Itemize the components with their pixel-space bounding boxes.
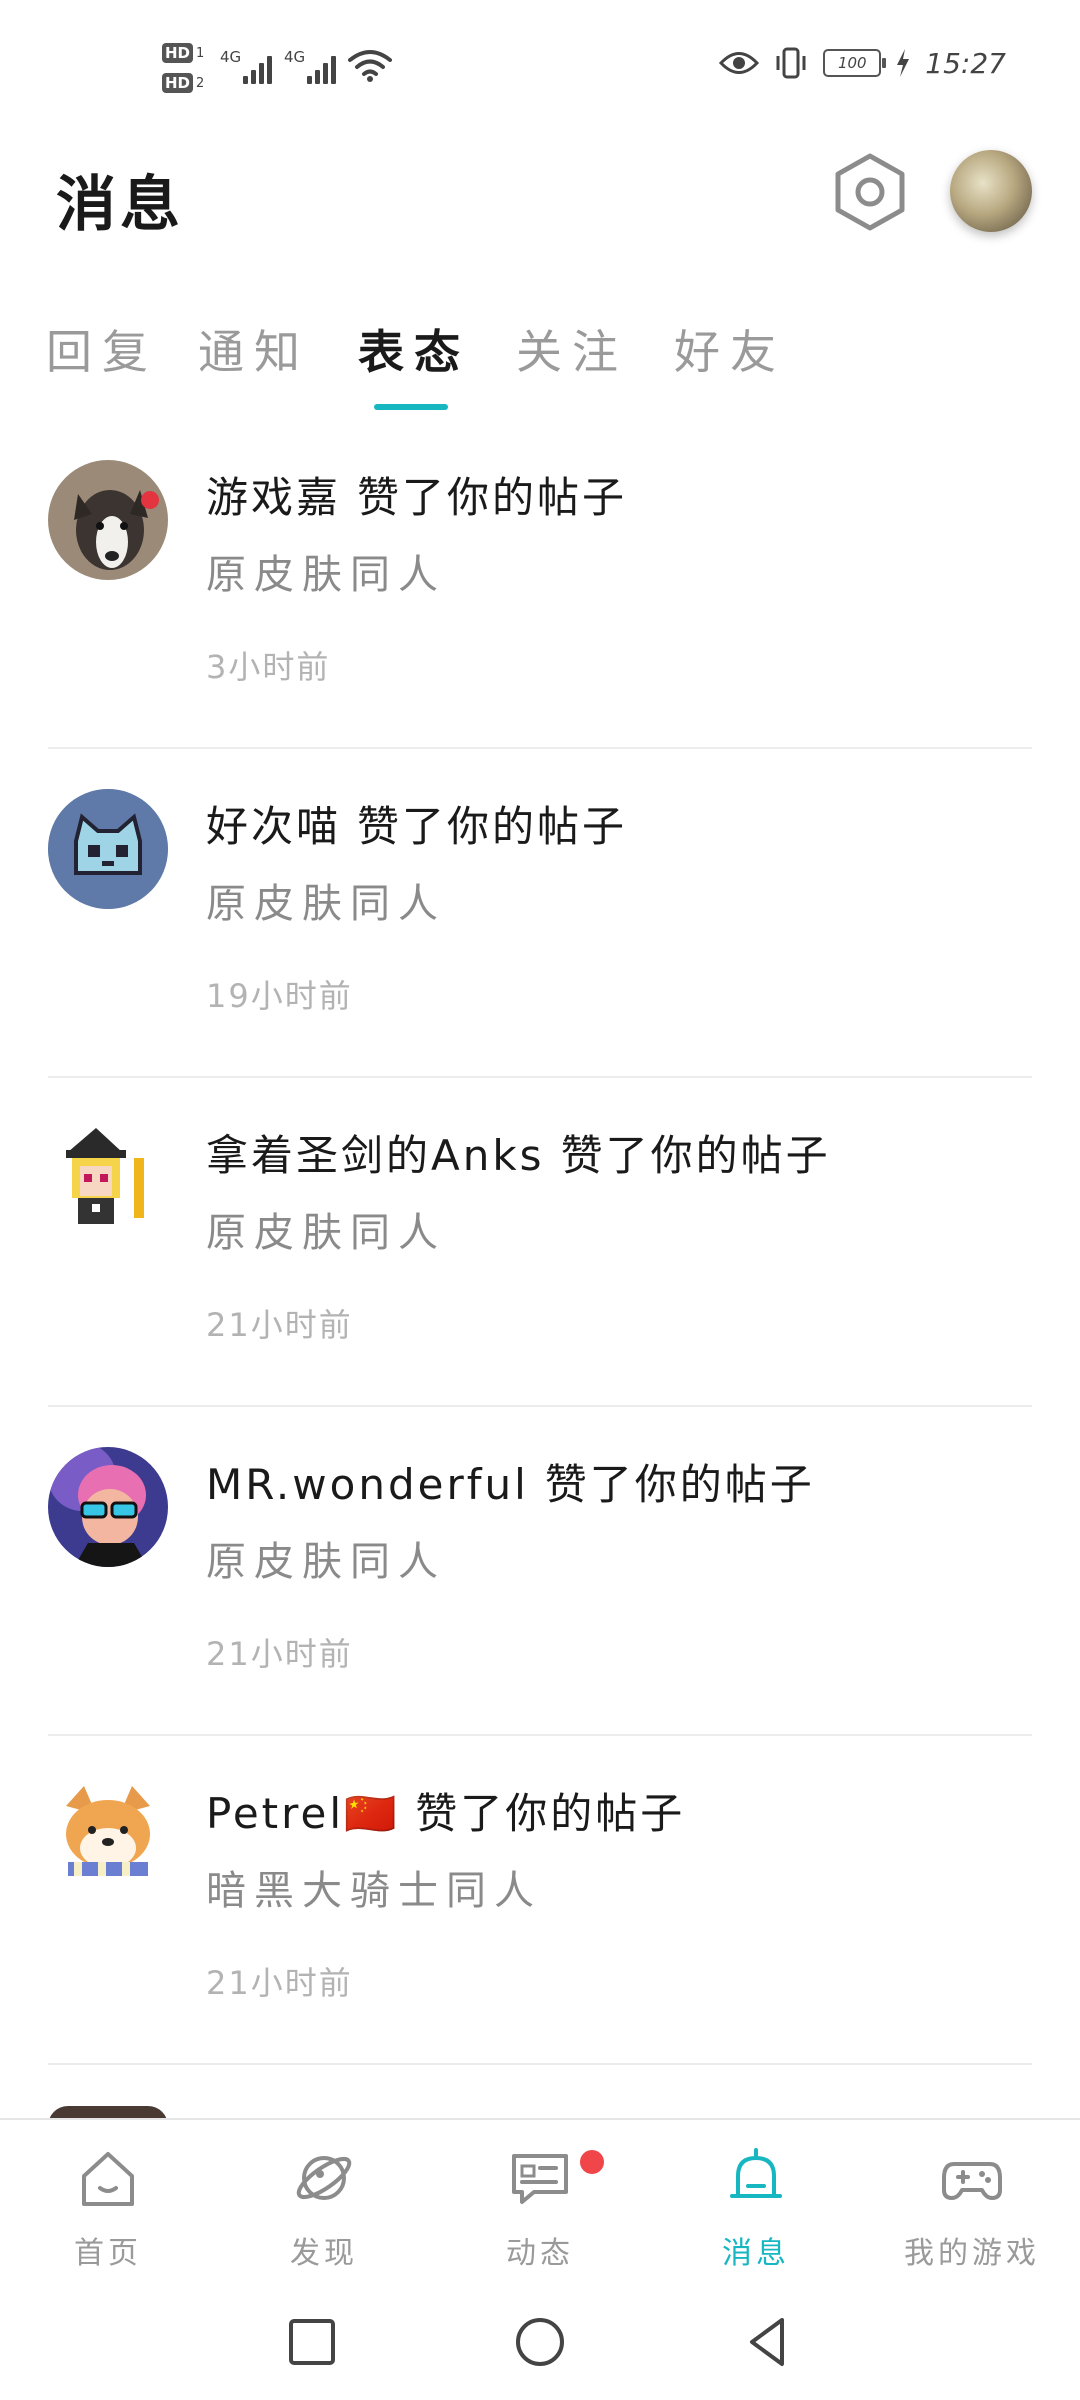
message-text: 游戏嘉 赞了你的帖子: [206, 464, 627, 525]
message-list: 游戏嘉 赞了你的帖子 原皮肤同人 3小时前 好次喵 赞了你的帖子 原皮肤同人 1…: [0, 420, 1080, 2065]
action-text: 赞了你的帖子: [415, 1789, 686, 1838]
header: 消息: [0, 140, 1080, 250]
nav-messages[interactable]: 消息: [648, 2120, 864, 2284]
list-item[interactable]: 游戏嘉 赞了你的帖子 原皮肤同人 3小时前: [0, 420, 1080, 749]
clock: 15:27: [925, 46, 1006, 80]
tab-reactions[interactable]: 表态: [358, 316, 470, 382]
action-text: 赞了你的帖子: [560, 1131, 831, 1180]
post-title[interactable]: 原皮肤同人: [206, 542, 446, 600]
username[interactable]: MR.wonderful: [206, 1460, 529, 1509]
action-text: 赞了你的帖子: [357, 473, 628, 522]
nav-label: 消息: [722, 2236, 790, 2271]
tab-indicator: [374, 404, 448, 410]
notification-dot: [580, 2150, 604, 2174]
bottom-nav: 首页 发现 动态 消息 我的游戏: [0, 2118, 1080, 2282]
timestamp: 21小时前: [206, 1964, 353, 2002]
tab-bar: 回复 通知 表态 关注 好友: [0, 300, 1080, 420]
timestamp: 3小时前: [206, 648, 331, 686]
back-icon[interactable]: [738, 2312, 798, 2372]
username[interactable]: 拿着圣剑的Anks: [206, 1131, 545, 1180]
status-right: 100 15:27: [719, 46, 1006, 80]
tab-reply[interactable]: 回复: [46, 316, 158, 382]
tab-follow[interactable]: 关注: [516, 316, 628, 382]
post-title[interactable]: 原皮肤同人: [206, 871, 446, 929]
list-item[interactable]: 好次喵 赞了你的帖子 原皮肤同人 19小时前: [0, 749, 1080, 1078]
vibrate-icon: [776, 47, 806, 79]
screen: HD 1 HD 2 4G 4G 100 15:27 消息 回复 通知 表态 关注…: [0, 0, 1080, 2400]
post-title[interactable]: 原皮肤同人: [206, 1529, 446, 1587]
battery-icon: 100: [823, 49, 887, 77]
system-nav: [0, 2282, 1080, 2400]
message-text: MR.wonderful 赞了你的帖子: [206, 1451, 815, 1512]
nav-label: 首页: [74, 2236, 142, 2271]
recent-apps-icon[interactable]: [282, 2312, 342, 2372]
page-title: 消息: [56, 170, 184, 240]
home-icon: [82, 2152, 134, 2206]
list-item[interactable]: Petrel🇨🇳 赞了你的帖子 暗黑大骑士同人 21小时前: [0, 1736, 1080, 2065]
wifi-icon: [348, 50, 392, 82]
action-text: 赞了你的帖子: [357, 802, 628, 851]
charging-icon: [897, 49, 910, 77]
nav-home[interactable]: 首页: [0, 2120, 216, 2284]
avatar[interactable]: [48, 1776, 168, 1896]
username[interactable]: 游戏嘉: [206, 473, 341, 522]
action-text: 赞了你的帖子: [544, 1460, 815, 1509]
avatar[interactable]: [48, 1118, 168, 1238]
list-item[interactable]: MR.wonderful 赞了你的帖子 原皮肤同人 21小时前: [0, 1407, 1080, 1736]
cat-avatar-image: [48, 789, 168, 909]
shiba-avatar-image: [48, 1776, 168, 1896]
timestamp: 19小时前: [206, 977, 353, 1015]
gamepad-icon: [942, 2162, 1002, 2200]
nav-label: 动态: [506, 2236, 574, 2271]
settings-icon[interactable]: [832, 152, 908, 232]
bell-icon: [730, 2148, 782, 2198]
avatar[interactable]: [48, 1447, 168, 1567]
nav-discover[interactable]: 发现: [216, 2120, 432, 2284]
hd-sub: 1: [196, 45, 205, 61]
avatar[interactable]: [48, 789, 168, 909]
username[interactable]: Petrel🇨🇳: [206, 1789, 399, 1838]
avatar[interactable]: [48, 460, 168, 580]
post-title[interactable]: 原皮肤同人: [206, 1200, 446, 1258]
nav-label: 发现: [290, 2236, 358, 2271]
username[interactable]: 好次喵: [206, 802, 341, 851]
message-text: 拿着圣剑的Anks 赞了你的帖子: [206, 1122, 831, 1183]
signal-icon: 4G: [284, 48, 337, 84]
post-title[interactable]: 暗黑大骑士同人: [206, 1858, 542, 1916]
profile-avatar[interactable]: [950, 150, 1032, 232]
dog-avatar-image: [48, 460, 168, 580]
hd-badge: HD: [162, 43, 194, 63]
signal-icon: 4G: [220, 48, 273, 84]
signal-label: 4G: [284, 48, 306, 66]
tab-friends[interactable]: 好友: [674, 316, 786, 382]
feed-icon: [512, 2154, 568, 2204]
nav-feed[interactable]: 动态: [432, 2120, 648, 2284]
timestamp: 21小时前: [206, 1635, 353, 1673]
timestamp: 21小时前: [206, 1306, 353, 1344]
cartoon-man-avatar-image: [48, 1447, 168, 1567]
divider: [48, 2063, 1032, 2065]
pixel-character-avatar-image: [48, 1118, 168, 1238]
tab-notice[interactable]: 通知: [198, 316, 310, 382]
hd-sub: 2: [196, 75, 205, 91]
nav-my-games[interactable]: 我的游戏: [864, 2120, 1080, 2284]
hd-indicator: HD 1 HD 2: [162, 40, 212, 100]
nav-label: 我的游戏: [904, 2236, 1040, 2271]
home-button-icon[interactable]: [510, 2312, 570, 2372]
message-text: 好次喵 赞了你的帖子: [206, 793, 627, 854]
planet-icon: [296, 2156, 352, 2200]
list-item[interactable]: 拿着圣剑的Anks 赞了你的帖子 原皮肤同人 21小时前: [0, 1078, 1080, 1407]
hd-badge: HD: [162, 73, 194, 93]
status-bar: HD 1 HD 2 4G 4G 100 15:27: [0, 0, 1080, 130]
signal-label: 4G: [220, 48, 242, 66]
eye-icon: [719, 52, 760, 74]
message-text: Petrel🇨🇳 赞了你的帖子: [206, 1780, 685, 1841]
